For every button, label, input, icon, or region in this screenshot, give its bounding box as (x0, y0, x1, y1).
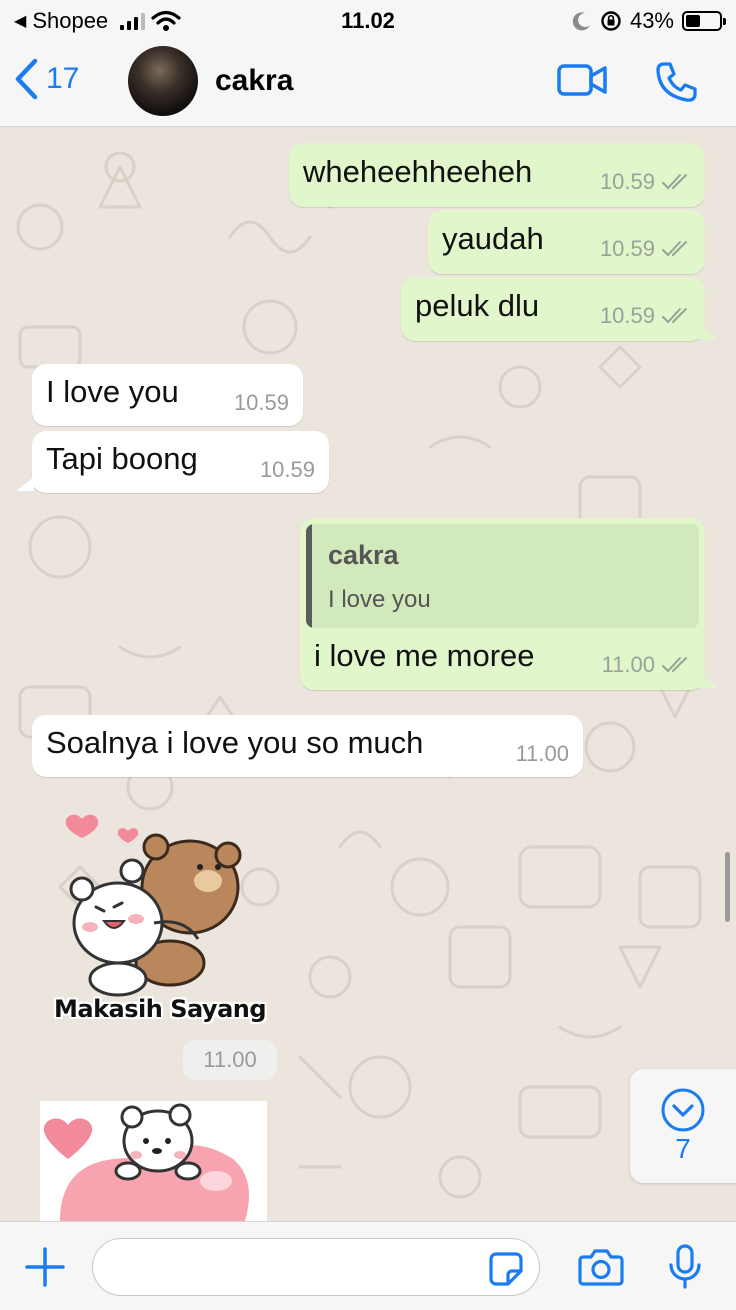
voice-call-button[interactable] (654, 60, 698, 109)
message-time: 10.59 (599, 169, 655, 194)
message-time: 11.00 (515, 741, 569, 766)
message-text: I love you (46, 374, 179, 409)
battery-percent: 43% (629, 8, 674, 33)
message-bubble-incoming[interactable]: I love you 10.59 (32, 364, 303, 426)
unread-messages-count: 7 (675, 1133, 691, 1164)
microphone-icon (669, 1244, 701, 1289)
scroll-indicator[interactable] (725, 852, 730, 922)
message-bubble-outgoing-reply[interactable]: cakra I love you i love me moree 11.00 (300, 518, 705, 690)
message-bubble-incoming[interactable]: Tapi boong 10.59 (32, 431, 329, 493)
sticker-icon (489, 1252, 523, 1286)
quoted-text: I love you (328, 586, 431, 613)
message-time: 11.00 (601, 652, 655, 677)
message-bubble-outgoing[interactable]: peluk dlu 10.59 (401, 277, 705, 341)
bubble-tail (16, 477, 34, 491)
message-time: 10.59 (599, 303, 655, 328)
sticker-time: 11.00 (183, 1040, 277, 1080)
avatar[interactable] (128, 46, 198, 116)
double-check-icon (662, 657, 687, 673)
chat-header: 17 cakra (0, 42, 736, 127)
double-check-icon (662, 174, 687, 190)
double-check-icon (662, 241, 687, 257)
chat-area[interactable]: wheheehheeheh 10.59 yaudah 10.59 peluk d… (0, 127, 736, 1221)
battery-icon (682, 11, 726, 31)
message-text: yaudah (442, 221, 544, 256)
sticker-caption: Makasih Sayang (54, 995, 267, 1023)
message-composer (0, 1221, 736, 1310)
quote-bar (306, 524, 312, 628)
message-text: wheheehheeheh (303, 154, 533, 189)
quoted-message[interactable]: cakra I love you (306, 524, 699, 628)
double-check-icon (662, 308, 687, 324)
message-text: Soalnya i love you so much (46, 725, 424, 760)
rotation-lock-icon (601, 11, 621, 31)
message-text: peluk dlu (415, 288, 540, 323)
voice-message-button[interactable] (668, 1244, 702, 1295)
message-input[interactable] (92, 1238, 540, 1296)
bear-heart-sticker[interactable] (40, 1101, 267, 1221)
phone-icon (656, 62, 697, 102)
video-camera-icon (557, 64, 607, 96)
message-text: i love me moree (314, 638, 535, 673)
plus-icon (25, 1247, 65, 1287)
chevron-left-icon (15, 58, 38, 100)
status-bar: ◀ Shopee 11.02 43% (0, 0, 736, 42)
camera-icon (578, 1249, 624, 1286)
bubble-tail (700, 325, 718, 339)
video-call-button[interactable] (556, 62, 608, 103)
camera-button[interactable] (578, 1248, 624, 1291)
message-bubble-incoming[interactable]: Soalnya i love you so much 11.00 (32, 715, 583, 777)
sticker-button[interactable] (488, 1251, 524, 1292)
back-button[interactable]: 17 (14, 58, 79, 100)
message-bubble-outgoing[interactable]: wheheehheeheh 10.59 (289, 143, 705, 207)
chevron-down-circle-icon (661, 1088, 705, 1132)
message-time: 10.59 (599, 236, 655, 261)
unread-chats-count: 17 (46, 62, 80, 95)
message-text: Tapi boong (46, 441, 198, 476)
scroll-to-bottom-button[interactable]: 7 (630, 1069, 736, 1183)
message-time: 10.59 (233, 390, 289, 415)
moon-icon (572, 12, 590, 31)
message-time: 10.59 (259, 457, 315, 482)
contact-name[interactable]: cakra (215, 64, 293, 98)
bear-hug-sticker[interactable] (60, 803, 260, 1003)
message-bubble-outgoing[interactable]: yaudah 10.59 (428, 210, 705, 274)
attach-button[interactable] (24, 1246, 66, 1293)
quoted-sender: cakra (328, 540, 399, 570)
bubble-tail (700, 674, 718, 688)
